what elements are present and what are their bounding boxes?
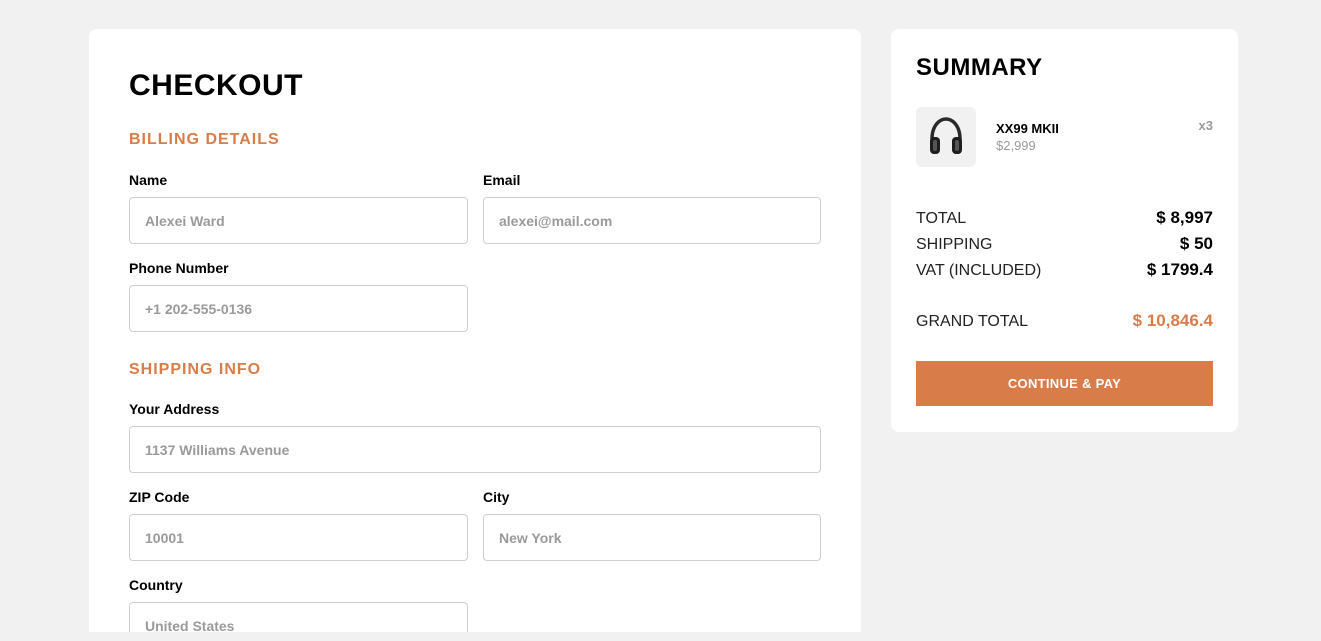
page-title: CHECKOUT — [129, 69, 303, 102]
checkout-form: CHECKOUT BILLING DETAILS Name Email Phon… — [89, 29, 861, 632]
continue-pay-button[interactable]: CONTINUE & PAY — [916, 361, 1213, 406]
billing-details-heading: BILLING DETAILS — [129, 131, 280, 148]
total-label: TOTAL — [916, 210, 967, 227]
address-label: Your Address — [129, 401, 220, 417]
vat-row: VAT (INCLUDED) $ 1799.4 — [916, 260, 1213, 280]
product-price: $2,999 — [996, 138, 1036, 153]
grand-total-value: $ 10,846.4 — [1132, 311, 1213, 330]
summary-title: SUMMARY — [916, 54, 1043, 81]
shipping-row: SHIPPING $ 50 — [916, 234, 1213, 254]
zip-input[interactable] — [129, 514, 468, 561]
country-label: Country — [129, 577, 183, 593]
city-label: City — [483, 489, 510, 505]
headphones-icon — [930, 117, 962, 154]
name-label: Name — [129, 172, 168, 188]
order-summary: SUMMARY XX99 MKII $2,999 x3 TOTAL $ 8,99… — [891, 29, 1238, 432]
phone-label: Phone Number — [129, 260, 229, 276]
phone-input[interactable] — [129, 285, 468, 332]
address-input[interactable] — [129, 426, 821, 473]
grand-total-row: GRAND TOTAL $ 10,846.4 — [916, 311, 1213, 331]
vat-value: $ 1799.4 — [1146, 260, 1213, 279]
email-input[interactable] — [483, 197, 821, 244]
zip-label: ZIP Code — [129, 489, 190, 505]
total-row: TOTAL $ 8,997 — [916, 208, 1213, 228]
shipping-value: $ 50 — [1179, 234, 1213, 253]
grand-total-label: GRAND TOTAL — [916, 313, 1029, 330]
product-thumbnail — [916, 107, 976, 167]
vat-label: VAT (INCLUDED) — [916, 262, 1042, 279]
total-value: $ 8,997 — [1156, 208, 1213, 227]
shipping-info-heading: SHIPPING INFO — [129, 361, 262, 378]
city-input[interactable] — [483, 514, 821, 561]
country-input[interactable] — [129, 602, 468, 632]
product-quantity: x3 — [1198, 118, 1213, 133]
name-input[interactable] — [129, 197, 468, 244]
product-name: XX99 MKII — [996, 121, 1059, 136]
email-label: Email — [483, 172, 521, 188]
shipping-label: SHIPPING — [916, 236, 993, 253]
